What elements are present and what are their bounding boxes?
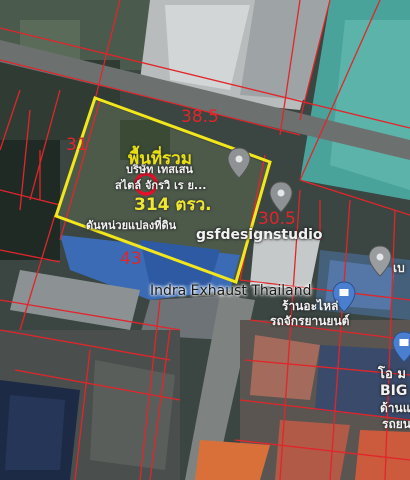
area-title: พื้นที่รวม [128,149,192,169]
poi-label-edge[interactable]: รถยนต์ [382,418,410,430]
poi-label-edge[interactable]: โอ ม [378,368,406,381]
poi-label[interactable]: สไตล์ จักรวิ เร ย... [115,180,206,191]
dimension-left: 31 [66,135,88,155]
dimension-bottom: 43 [120,249,142,269]
poi-label-indra[interactable]: Indra Exhaust Thailand [150,284,312,298]
poi-label-edge[interactable]: เบ [393,262,405,274]
area-value: 314 ตรว. [134,195,212,215]
dimension-right: 30.5 [258,209,296,229]
poi-label[interactable]: ดันหน่วยแปลงที่ดิน [86,220,176,231]
poi-label-shop[interactable]: ร้านอะไหล่ [282,300,338,312]
dimension-top: 38.5 [181,107,219,127]
poi-label-shop[interactable]: รถจักรยานยนต์ [270,315,349,327]
poi-label-edge[interactable]: ด้านแ [380,402,410,414]
poi-label-edge[interactable]: BIG [380,384,407,398]
poi-label-design-studio[interactable]: gsfdesignstudio [196,228,323,242]
